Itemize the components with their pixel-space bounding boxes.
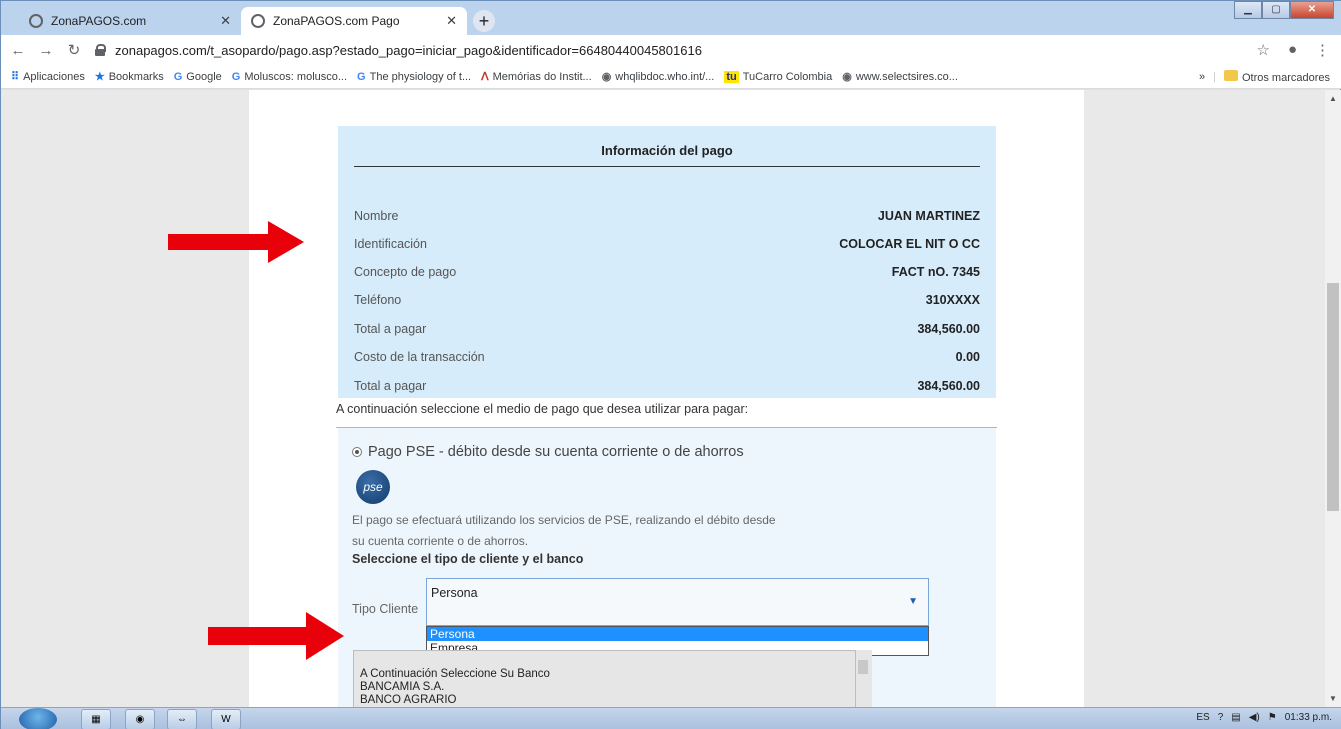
- volume-icon[interactable]: ◀): [1249, 712, 1260, 723]
- page-scrollbar[interactable]: ▲ ▼: [1325, 90, 1341, 707]
- bookmarks-bar: ⠿ Aplicaciones ★ Bookmarks G Google G Molusc…: [1, 65, 1341, 89]
- pse-radio-option[interactable]: Pago PSE - débito desde su cuenta corrie…: [352, 444, 744, 460]
- scroll-thumb[interactable]: [1327, 283, 1339, 511]
- other-bookmarks-folder[interactable]: Otros marcadores: [1223, 69, 1330, 84]
- bookmarks-overflow-button[interactable]: »: [1199, 71, 1205, 83]
- radio-selected-icon[interactable]: [352, 447, 362, 457]
- bookmark-item[interactable]: tu TuCarro Colombia: [724, 70, 832, 83]
- close-icon[interactable]: ✕: [220, 13, 231, 29]
- payment-info-panel: Información del pago Nombre JUAN MARTINEZ…: [338, 126, 996, 398]
- bank-option[interactable]: A Continuación Seleccione Su Banco: [360, 668, 849, 681]
- bank-listbox[interactable]: A Continuación Seleccione Su Banco BANCA…: [353, 650, 856, 707]
- pse-panel: Pago PSE - débito desde su cuenta corrie…: [338, 428, 996, 707]
- system-tray: ES ? ▤ ◀) ⚑ 01:33 p.m.: [1196, 712, 1332, 723]
- pse-description: El pago se efectuará utilizando los serv…: [352, 513, 776, 548]
- tab-zonapagos[interactable]: ZonaPAGOS.com ✕: [19, 7, 241, 35]
- bookmark-item[interactable]: G The physiology of t...: [357, 71, 471, 83]
- star-icon[interactable]: ☆: [1256, 41, 1269, 59]
- profile-icon[interactable]: ●: [1288, 41, 1297, 59]
- toolbar-actions: ☆ ● ⋮: [1256, 41, 1330, 59]
- info-row: Nombre JUAN MARTINEZ: [354, 209, 980, 223]
- pse-logo: pse: [356, 470, 390, 504]
- page-viewport: Información del pago Nombre JUAN MARTINEZ…: [1, 90, 1325, 707]
- folder-icon: [1223, 69, 1238, 81]
- chrome-icon[interactable]: ◉: [125, 709, 155, 729]
- info-row: Identificación COLOCAR EL NIT O CC: [354, 237, 980, 251]
- language-indicator[interactable]: ES: [1196, 712, 1209, 723]
- google-icon: G: [357, 70, 366, 83]
- scroll-down-arrow-icon[interactable]: ▼: [1329, 694, 1337, 703]
- bookmark-item[interactable]: G Google: [174, 71, 222, 83]
- chevron-down-icon: ▼: [908, 596, 918, 607]
- bookmark-item[interactable]: ◉ whqlibdoc.who.int/...: [601, 70, 715, 84]
- url-text: zonapagos.com/t_asopardo/pago.asp?estado…: [115, 42, 702, 58]
- pse-option-label: Pago PSE - débito desde su cuenta corrie…: [368, 444, 744, 460]
- clock[interactable]: 01:33 p.m.: [1285, 712, 1332, 723]
- signature-icon: ᐱ: [481, 71, 489, 83]
- bookmark-item[interactable]: ⠿ Aplicaciones: [11, 70, 85, 84]
- address-toolbar: ← → ↻ zonapagos.com/t_asopardo/pago.asp?…: [1, 35, 1341, 65]
- window-controls: ▁ ▢ ✕: [1234, 1, 1334, 19]
- bank-option[interactable]: BANCO AGRARIO: [360, 694, 849, 707]
- tipo-cliente-label: Tipo Cliente: [352, 602, 419, 616]
- dropdown-option-persona[interactable]: Persona: [427, 627, 928, 641]
- flag-icon[interactable]: ⚑: [1268, 712, 1277, 723]
- reload-icon[interactable]: ↻: [63, 41, 85, 59]
- explorer-icon[interactable]: ▦: [81, 709, 111, 729]
- google-icon: G: [173, 70, 183, 83]
- menu-icon[interactable]: ⋮: [1315, 41, 1330, 59]
- bookmark-item[interactable]: G Moluscos: molusco...: [232, 71, 347, 83]
- bank-list-scrollbar[interactable]: [856, 650, 872, 707]
- browser-window: ZonaPAGOS.com ✕ ZonaPAGOS.com Pago ✕ + ▁…: [0, 0, 1341, 729]
- tipo-cliente-select[interactable]: Persona ▼: [426, 578, 929, 626]
- google-icon: G: [231, 70, 241, 83]
- new-tab-button[interactable]: +: [473, 10, 495, 32]
- info-row: Concepto de pago FACT nO. 7345: [354, 265, 980, 279]
- bookmark-item[interactable]: ◉ www.selectsires.co...: [842, 70, 958, 84]
- scroll-up-arrow-icon[interactable]: ▲: [1329, 94, 1337, 103]
- tipo-cliente-value: Persona: [431, 586, 478, 600]
- start-button[interactable]: [19, 708, 57, 729]
- bookmarks-right: » | Otros marcadores: [1199, 69, 1330, 84]
- globe-icon: ◉: [601, 71, 612, 83]
- lock-icon: [95, 44, 106, 56]
- globe-icon: ◉: [842, 71, 852, 83]
- bookmark-item[interactable]: ★ Bookmarks: [94, 70, 164, 84]
- close-icon[interactable]: ✕: [446, 13, 457, 29]
- minimize-button[interactable]: ▁: [1234, 1, 1262, 19]
- payment-method-instructions: A continuación seleccione el medio de pa…: [336, 402, 749, 416]
- tucarro-icon: tu: [724, 70, 739, 83]
- star-icon: ★: [94, 71, 105, 83]
- apps-grid-icon: ⠿: [11, 71, 20, 83]
- tab-strip: ZonaPAGOS.com ✕ ZonaPAGOS.com Pago ✕ + ▁…: [1, 1, 1341, 35]
- select-client-bank-title: Seleccione el tipo de cliente y el banco: [352, 552, 584, 566]
- info-row: Costo de la transacción 0.00: [354, 350, 980, 364]
- info-row: Teléfono 310XXXX: [354, 293, 980, 307]
- page-content: Información del pago Nombre JUAN MARTINEZ…: [249, 90, 1084, 707]
- forward-arrow-icon[interactable]: →: [35, 42, 57, 59]
- info-row: Total a pagar 384,560.00: [354, 379, 980, 393]
- info-row: Total a pagar 384,560.00: [354, 322, 980, 336]
- payment-info-title: Información del pago: [354, 143, 980, 167]
- scroll-thumb[interactable]: [858, 660, 868, 674]
- bookmark-item[interactable]: ᐱ Memórias do Instit...: [481, 70, 592, 84]
- red-arrow-icon: [208, 612, 344, 660]
- taskbar: ▦ ◉ ⇔ W ES ? ▤ ◀) ⚑ 01:33 p.m.: [1, 707, 1341, 729]
- window-close-button[interactable]: ✕: [1290, 1, 1334, 19]
- address-bar[interactable]: zonapagos.com/t_asopardo/pago.asp?estado…: [95, 43, 702, 58]
- red-arrow-icon: [168, 221, 304, 263]
- back-arrow-icon[interactable]: ←: [7, 42, 29, 59]
- word-icon[interactable]: W: [211, 709, 241, 729]
- globe-icon: [29, 14, 43, 28]
- help-icon[interactable]: ?: [1218, 712, 1224, 723]
- divider: |: [1213, 70, 1216, 83]
- bank-option[interactable]: BANCAMIA S.A.: [360, 681, 849, 694]
- network-icon[interactable]: ▤: [1231, 712, 1240, 723]
- teamviewer-icon[interactable]: ⇔: [167, 709, 197, 729]
- tab-title: ZonaPAGOS.com Pago: [273, 14, 400, 28]
- globe-icon: [251, 14, 265, 28]
- maximize-button[interactable]: ▢: [1262, 1, 1290, 19]
- tab-zonapagos-pago[interactable]: ZonaPAGOS.com Pago ✕: [241, 7, 467, 35]
- tab-title: ZonaPAGOS.com: [51, 14, 147, 28]
